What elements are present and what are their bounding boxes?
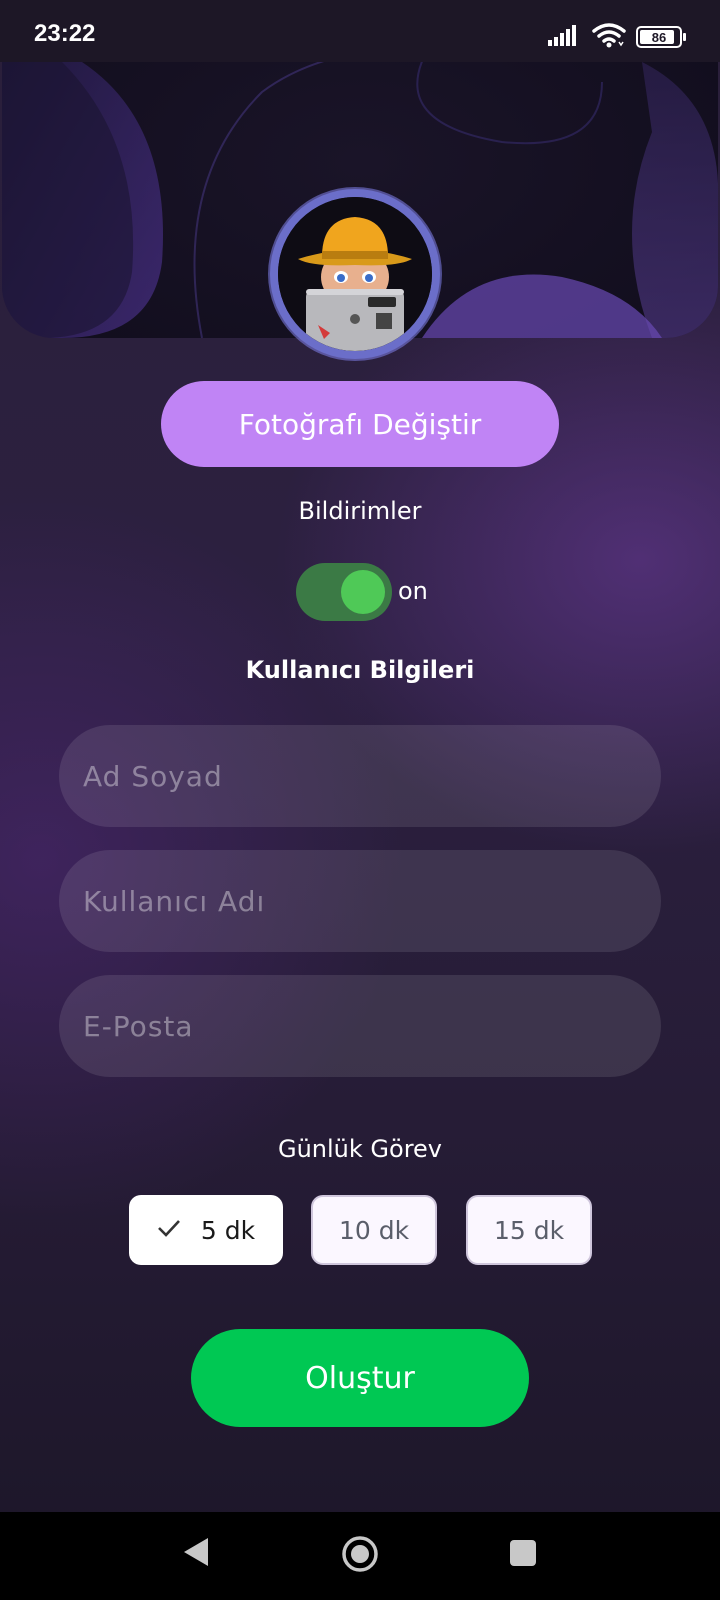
change-photo-button[interactable]: Fotoğrafı Değiştir [161,381,559,467]
toggle-state-text: on [398,577,428,605]
avatar [270,189,440,359]
email-field-container [59,975,661,1077]
notifications-toggle[interactable] [296,563,392,621]
signal-icon [548,24,582,50]
wifi-icon [592,22,626,52]
notifications-label: Bildirimler [298,497,422,525]
battery-icon: 86 [636,26,686,48]
chip-15-min[interactable]: 15 dk [466,1195,592,1265]
chip-label: 10 dk [338,1215,410,1245]
battery-level: 86 [651,29,667,45]
recents-icon[interactable] [509,1539,537,1571]
home-icon[interactable] [341,1535,379,1577]
status-bar: 23:22 86 [0,0,720,62]
chip-label: 15 dk [493,1215,565,1245]
check-icon [157,1216,181,1244]
chip-5-min[interactable]: 5 dk [129,1195,283,1265]
chip-10-min[interactable]: 10 dk [311,1195,437,1265]
username-field-container [59,850,661,952]
daily-task-label: Günlük Görev [277,1135,442,1163]
toggle-knob [341,570,385,614]
user-info-title: Kullanıcı Bilgileri [245,656,475,684]
create-button[interactable]: Oluştur [191,1329,529,1427]
status-time: 23:22 [34,20,96,47]
status-icons: 86 [548,22,686,52]
email-input[interactable] [81,1008,661,1044]
full-name-input[interactable] [81,758,661,794]
chip-label: 5 dk [200,1215,256,1245]
back-icon[interactable] [182,1536,210,1572]
username-input[interactable] [81,883,661,919]
navigation-bar [0,1512,720,1600]
memoji-avatar-icon [278,197,432,351]
full-name-field-container [59,725,661,827]
